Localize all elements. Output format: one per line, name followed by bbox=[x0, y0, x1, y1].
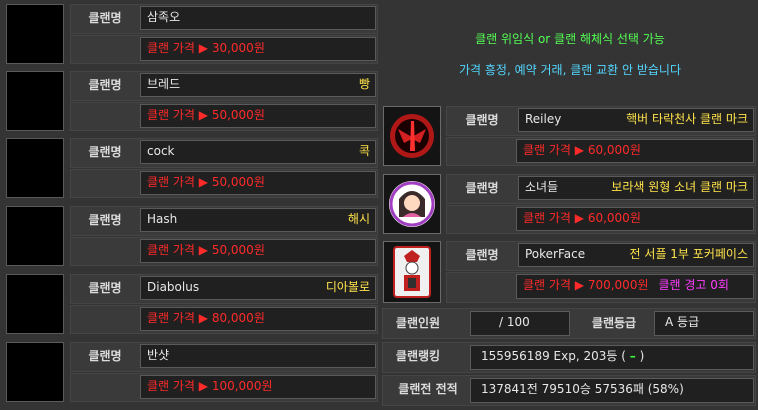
clan-mark-text: 빵 bbox=[358, 77, 370, 91]
clan-name-field: 삼족오 bbox=[140, 6, 376, 30]
clan-name-value: cock bbox=[147, 144, 175, 158]
clan-warning-text: 클랜 경고 0회 bbox=[658, 278, 729, 292]
clan-name-label: 클랜명 bbox=[88, 349, 122, 363]
clan-price-field: 클랜 가격 ▶ 80,000원 bbox=[140, 307, 376, 331]
clan-price-field: 클랜 가격 ▶ 50,000원 bbox=[140, 171, 376, 195]
clan-name-value: 소녀들 bbox=[525, 180, 559, 194]
clan-name-value: Reiley bbox=[525, 112, 562, 126]
clan-name-value: PokerFace bbox=[525, 247, 586, 261]
clan-price-field: 클랜 가격 ▶ 60,000원 bbox=[516, 207, 754, 231]
clan-name-field: Reiley 핵버 타락천사 클랜 마크 bbox=[518, 108, 754, 132]
clan-name-label: 클랜명 bbox=[88, 213, 122, 227]
clan-name-label: 클랜명 bbox=[465, 248, 499, 262]
ranking-value: 155956189 Exp, 203등 ( bbox=[481, 349, 626, 363]
clan-name-field: Diabolus 디아볼로 bbox=[140, 276, 376, 300]
clan-name-label: 클랜명 bbox=[88, 145, 122, 159]
clan-price-field: 클랜 가격 ▶ 60,000원 bbox=[516, 139, 754, 163]
clan-name-field: 브레드 빵 bbox=[140, 73, 376, 97]
joker-card-icon bbox=[384, 242, 440, 302]
members-field: / 100 bbox=[470, 311, 570, 336]
clan-name-field: cock 콕 bbox=[140, 140, 376, 164]
clan-name-field: PokerFace 전 서플 1부 포커페이스 bbox=[518, 243, 754, 267]
girl-icon bbox=[384, 175, 440, 233]
record-label: 클랜전 전적 bbox=[398, 382, 458, 396]
clan-mark-text: 핵버 타락천사 클랜 마크 bbox=[626, 112, 748, 126]
ranking-label: 클랜랭킹 bbox=[395, 349, 441, 363]
clan-mark-text: 콕 bbox=[358, 144, 370, 158]
clan-mark-text: 보라색 원형 소녀 클랜 마크 bbox=[611, 180, 748, 194]
clan-emblem bbox=[6, 274, 64, 334]
clan-emblem bbox=[6, 138, 64, 198]
clan-emblem bbox=[383, 241, 441, 303]
clan-name-field: 반샷 bbox=[140, 344, 376, 368]
clan-mark-text: 디아볼로 bbox=[325, 280, 370, 294]
clan-name-field: 소녀들 보라색 원형 소녀 클랜 마크 bbox=[518, 176, 754, 200]
clan-emblem bbox=[383, 174, 441, 234]
clan-name-value: 삼족오 bbox=[147, 10, 181, 24]
ranking-close: ) bbox=[639, 349, 645, 363]
clan-mark-text: 해시 bbox=[347, 212, 370, 226]
clan-emblem bbox=[383, 106, 441, 166]
fallen-angel-icon bbox=[384, 107, 440, 165]
clan-emblem bbox=[6, 71, 64, 131]
clan-name-label: 클랜명 bbox=[88, 11, 122, 25]
clan-emblem bbox=[6, 342, 64, 402]
clan-price-value: 클랜 가격 ▶ 700,000원 bbox=[523, 278, 649, 292]
clan-name-value: Hash bbox=[147, 212, 178, 226]
clan-name-value: 반샷 bbox=[147, 348, 170, 362]
clan-name-field: Hash 해시 bbox=[140, 208, 376, 232]
clan-price-field: 클랜 가격 ▶ 50,000원 bbox=[140, 104, 376, 128]
clan-name-label: 클랜명 bbox=[88, 78, 122, 92]
ranking-field: 155956189 Exp, 203등 ( – ) bbox=[470, 345, 754, 370]
clan-price-field: 클랜 가격 ▶ 700,000원 클랜 경고 0회 bbox=[516, 274, 754, 299]
clan-price-field: 클랜 가격 ▶ 50,000원 bbox=[140, 239, 376, 263]
notice-line-2: 가격 흥정, 예약 거래, 클랜 교환 안 받습니다 bbox=[458, 63, 681, 77]
clan-emblem bbox=[6, 4, 64, 64]
grade-field: A 등급 bbox=[654, 311, 754, 336]
clan-name-label: 클랜명 bbox=[88, 281, 122, 295]
clan-name-label: 클랜명 bbox=[465, 113, 499, 127]
members-label: 클랜인원 bbox=[395, 316, 441, 330]
grade-label: 클랜등급 bbox=[591, 316, 637, 330]
notice-line-1: 클랜 위임식 or 클랜 해체식 선택 가능 bbox=[475, 32, 665, 46]
clan-name-label: 클랜명 bbox=[465, 181, 499, 195]
clan-price-field: 클랜 가격 ▶ 100,000원 bbox=[140, 375, 376, 399]
clan-name-value: 브레드 bbox=[147, 77, 181, 91]
clan-price-field: 클랜 가격 ▶ 30,000원 bbox=[140, 37, 376, 61]
clan-emblem bbox=[6, 206, 64, 266]
rank-change-indicator: – bbox=[629, 349, 636, 363]
record-field: 137841전 79510승 57536패 (58%) bbox=[470, 378, 754, 403]
clan-mark-text: 전 서플 1부 포커페이스 bbox=[629, 247, 748, 261]
clan-name-value: Diabolus bbox=[147, 280, 200, 294]
